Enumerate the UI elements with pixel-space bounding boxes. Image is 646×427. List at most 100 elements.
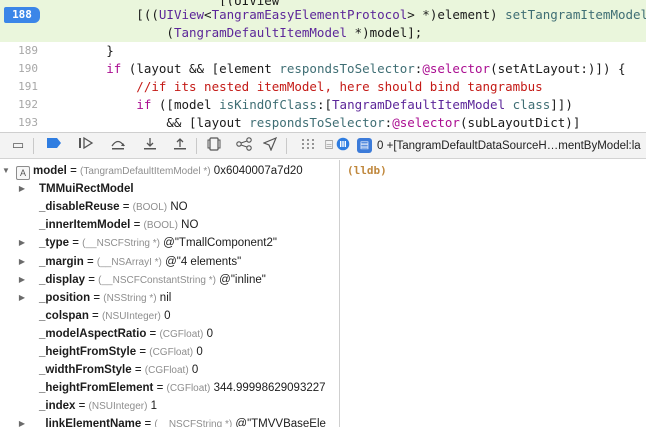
- lldb-prompt: (lldb): [347, 164, 387, 177]
- thread-selector-icon[interactable]: [333, 137, 353, 155]
- code-token: class: [512, 97, 551, 112]
- variable-content: Amodel = (TangramDefaultItemModel *) 0x6…: [16, 162, 303, 181]
- variable-content: _widthFromStyle = (CGFloat) 0: [39, 364, 199, 377]
- variable-name: _display: [39, 273, 86, 286]
- variable-name: _widthFromStyle: [39, 364, 132, 377]
- variable-name: _heightFromStyle: [39, 346, 137, 358]
- variable-type: (CGFloat): [149, 347, 194, 358]
- variable-row[interactable]: _disableReuse = (BOOL) NO: [0, 198, 339, 216]
- code-line[interactable]: 193 && [layout respondsToSelector:@selec…: [0, 114, 646, 132]
- variable-name: _disableReuse: [39, 201, 120, 214]
- disclosure-closed-icon[interactable]: ▶: [17, 180, 27, 198]
- variable-value: @"TmallComponent2": [163, 237, 277, 250]
- step-over-icon[interactable]: [108, 137, 128, 155]
- variable-value: @"4 elements": [165, 255, 242, 268]
- disclosure-closed-icon[interactable]: ▶: [17, 415, 27, 427]
- variable-name: _heightFromElement: [39, 382, 154, 395]
- variables-view[interactable]: ▼ Amodel = (TangramDefaultItemModel *) 0x…: [0, 160, 339, 427]
- variable-name: _modelAspectRatio: [39, 327, 147, 340]
- view-hierarchy-icon[interactable]: [204, 137, 224, 155]
- line-number: 191: [18, 80, 38, 93]
- variable-row[interactable]: ▶ _type = (__NSCFString *) @"TmallCompone…: [0, 234, 339, 252]
- variable-name: _colspan: [39, 309, 89, 322]
- code-token: setTangramItemModel:: [505, 7, 646, 22]
- variable-row[interactable]: _heightFromElement = (CGFloat) 344.99998…: [0, 379, 339, 397]
- code-line[interactable]: 191 //if its nested itemModel, here shou…: [0, 78, 646, 96]
- variable-row[interactable]: _index = (NSUInteger) 1: [0, 397, 339, 415]
- source-editor[interactable]: [(UIView 188 [((UIView<TangramEasyElement…: [0, 0, 646, 132]
- variable-name: _innerItemModel: [39, 219, 131, 232]
- variable-type: (__NSCFString *): [154, 419, 233, 427]
- variable-type: (__NSCFString *): [82, 238, 160, 250]
- memory-graph-icon[interactable]: [234, 137, 254, 155]
- frame-symbol: +[TangramDefaultDataSourceH…mentByModel:…: [386, 140, 641, 152]
- disclosure-closed-icon[interactable]: ▶: [17, 289, 27, 307]
- disclosure-closed-icon[interactable]: ▶: [17, 271, 27, 289]
- variable-row[interactable]: ▶ _position = (NSString *) nil: [0, 289, 339, 307]
- step-into-icon[interactable]: [140, 137, 160, 155]
- variable-row[interactable]: _innerItemModel = (BOOL) NO: [0, 216, 339, 234]
- code-token: *)model];: [347, 25, 423, 40]
- code-line[interactable]: (TangramDefaultItemModel *)model];: [0, 24, 646, 42]
- variable-row[interactable]: _widthFromStyle = (CGFloat) 0: [0, 361, 339, 379]
- variable-content: _position = (NSString *) nil: [39, 291, 172, 304]
- variable-value: @"TMVVBaseEle: [235, 418, 326, 427]
- code-token: (subLayoutDict)]: [459, 115, 581, 130]
- variable-row[interactable]: ▶ _display = (__NSCFConstantString *) @"i…: [0, 271, 339, 289]
- variable-type: (NSUInteger): [88, 401, 148, 413]
- code-text: if ([model isKindOfClass:[TangramDefault…: [46, 96, 573, 114]
- variable-content: TMMuiRectModel: [39, 180, 134, 198]
- variable-value: 344.99998629093227: [213, 382, 326, 395]
- code-line[interactable]: 190 if (layout && [element respondsToSel…: [0, 60, 646, 78]
- frame-number: 0: [377, 140, 384, 152]
- code-token: :[: [316, 97, 333, 112]
- code-line[interactable]: 188 [((UIView<TangramEasyElementProtocol…: [0, 6, 646, 24]
- continue-icon[interactable]: [76, 136, 96, 155]
- disclosure-closed-icon[interactable]: ▶: [17, 234, 27, 252]
- step-out-icon[interactable]: [170, 137, 190, 155]
- current-line-badge[interactable]: 188: [4, 7, 40, 23]
- variable-row[interactable]: ▶ TMMuiRectModel: [0, 180, 339, 198]
- disclosure-closed-icon[interactable]: ▶: [17, 253, 27, 271]
- stack-frame-icon[interactable]: ▤: [357, 138, 372, 153]
- variable-type: (__NSCFConstantString *): [98, 274, 216, 286]
- variable-row[interactable]: _colspan = (NSUInteger) 0: [0, 307, 339, 325]
- environment-overrides-icon[interactable]: [260, 136, 280, 155]
- toolbar-divider: [196, 138, 197, 154]
- variable-content: _modelAspectRatio = (CGFloat) 0: [39, 327, 213, 340]
- code-token: TangramDefaultItemModel: [332, 97, 506, 112]
- code-token: respondsToSelector: [249, 115, 385, 130]
- code-token: TangramDefaultItemModel: [173, 25, 348, 40]
- code-text: (TangramDefaultItemModel *)model];: [46, 24, 422, 42]
- code-text: if (layout && [element respondsToSelecto…: [46, 60, 625, 78]
- stack-frame-breadcrumb[interactable]: 0 +[TangramDefaultDataSourceH…mentByMode…: [377, 133, 646, 159]
- variable-name: model: [33, 165, 67, 177]
- code-text: //if its nested itemModel, here should b…: [46, 78, 542, 96]
- variable-type: (CGFloat): [166, 383, 211, 395]
- simulate-location-icon[interactable]: [298, 137, 318, 155]
- variable-content: _type = (__NSCFString *) @"TmallComponen…: [39, 237, 277, 250]
- variable-row[interactable]: _heightFromStyle = (CGFloat) 0: [0, 343, 339, 361]
- variable-value: 0: [191, 364, 199, 377]
- variable-type: (NSString *): [103, 292, 157, 304]
- breakpoints-toggle-icon[interactable]: [44, 137, 64, 155]
- code-line[interactable]: 192 if ([model isKindOfClass:[TangramDef…: [0, 96, 646, 114]
- code-line[interactable]: 189 }: [0, 42, 646, 60]
- disclosure-open-icon[interactable]: ▼: [1, 162, 11, 180]
- variable-row[interactable]: ▶ _margin = (__NSArrayI *) @"4 elements": [0, 253, 339, 271]
- code-token: isKindOfClass: [219, 97, 317, 112]
- code-text: [((UIView<TangramEasyElementProtocol> *)…: [46, 6, 646, 24]
- debug-console[interactable]: (lldb): [340, 160, 646, 427]
- variable-type: (TangramDefaultItemModel *): [79, 166, 211, 177]
- code-token: (layout && [element: [121, 61, 280, 76]
- variable-type: (CGFloat): [144, 365, 189, 377]
- code-text: }: [46, 42, 114, 60]
- variable-value: @"inline": [219, 273, 266, 286]
- panel-toggle-icon[interactable]: ▭: [8, 137, 28, 155]
- code-token: if: [136, 97, 152, 112]
- variable-row[interactable]: _modelAspectRatio = (CGFloat) 0: [0, 325, 339, 343]
- variable-row[interactable]: ▶ _linkElementName = (__NSCFString *) @"T…: [0, 415, 339, 427]
- variable-type: (BOOL): [132, 202, 168, 214]
- variable-name: _index: [39, 400, 76, 413]
- variable-row[interactable]: ▼ Amodel = (TangramDefaultItemModel *) 0x…: [0, 162, 339, 180]
